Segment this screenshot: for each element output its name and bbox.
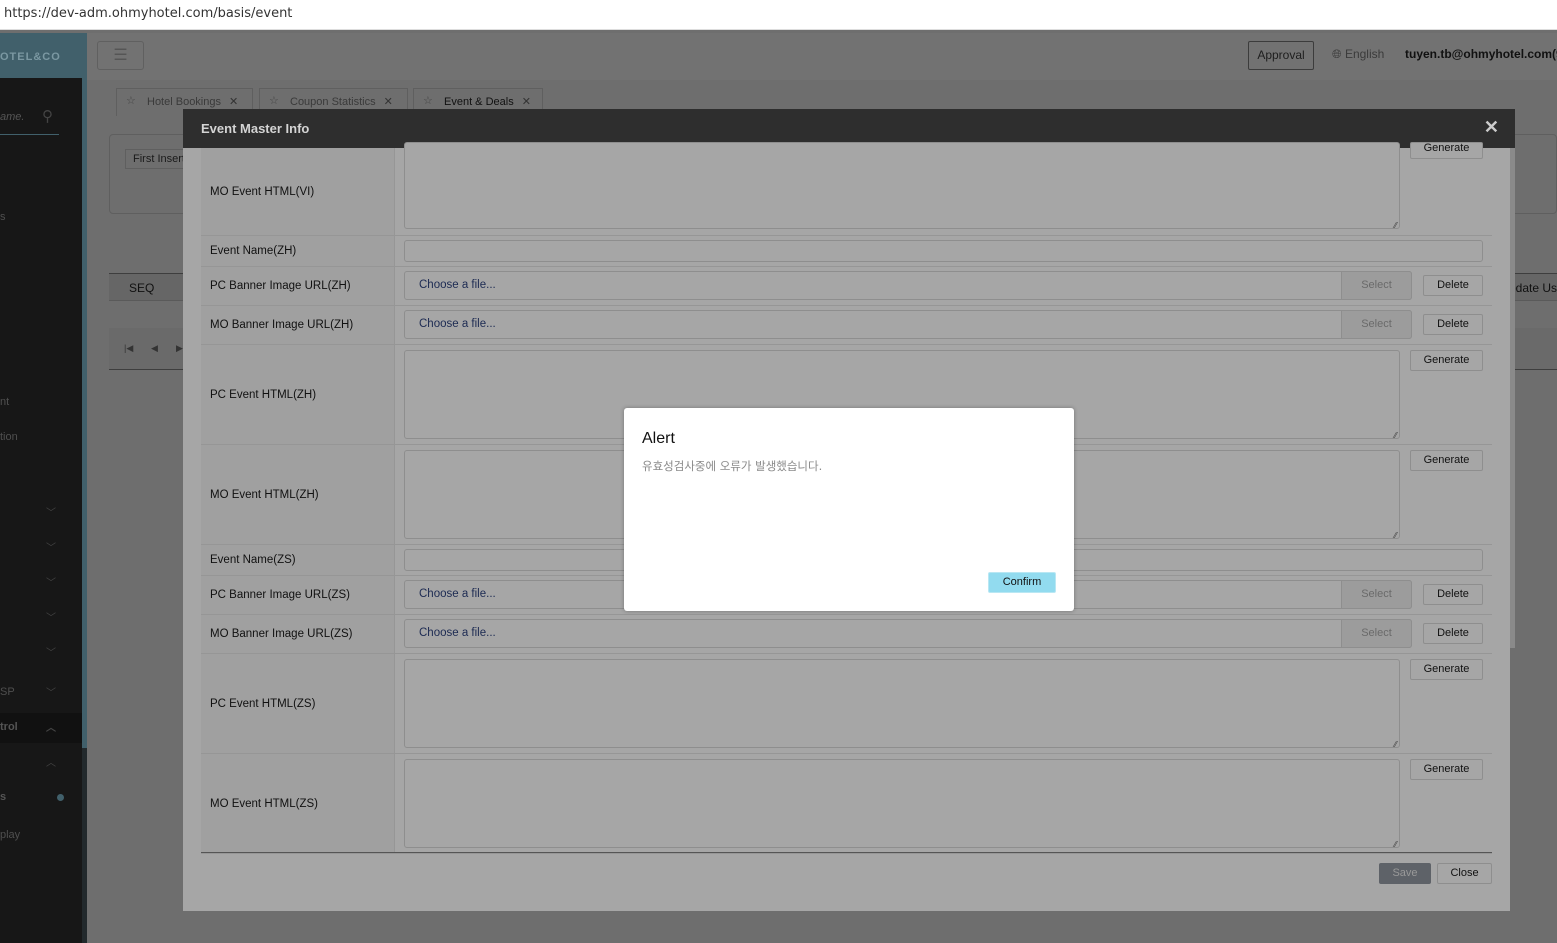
close-icon[interactable]: ✕ xyxy=(384,96,393,108)
sidebar-item-label: play xyxy=(0,829,21,841)
event-name-input[interactable] xyxy=(404,240,1483,262)
form-row: MO Event HTML(ZS) Generate xyxy=(201,754,1492,854)
active-dot-icon xyxy=(57,794,64,801)
modal-title: Event Master Info xyxy=(201,121,310,136)
form-row: MO Event HTML(VI) Generate xyxy=(201,142,1492,236)
form-row: Event Name(ZH) xyxy=(201,236,1492,267)
sidebar-search-input[interactable]: ame. ⚲ xyxy=(0,105,59,135)
close-icon[interactable]: ✕ xyxy=(522,96,531,108)
chevron-down-icon[interactable]: ﹀ xyxy=(46,504,56,519)
sidebar: OTEL&CO ame. ⚲ s nt tion ﹀ ﹀ ﹀ ﹀ ﹀ SP ﹀ trol ︿ ︿ s play xyxy=(0,33,87,943)
user-account[interactable]: tuyen.tb@ohmyhotel.com(9 xyxy=(1405,47,1557,61)
sidebar-item[interactable]: s xyxy=(0,203,82,233)
field-label: Event Name(ZH) xyxy=(201,236,395,266)
confirm-button[interactable]: Confirm xyxy=(988,572,1056,593)
generate-button[interactable]: Generate xyxy=(1410,142,1483,159)
star-icon[interactable]: ☆ xyxy=(423,94,433,107)
column-update-user: pdate Us xyxy=(1508,281,1557,295)
form-row: MO Banner Image URL(ZS) Choose a file... S… xyxy=(201,615,1492,654)
chevron-down-icon[interactable]: ﹀ xyxy=(46,574,56,589)
sidebar-item[interactable]: s xyxy=(0,783,82,813)
select-file-button[interactable]: Select xyxy=(1341,310,1412,339)
field-label: MO Banner Image URL(ZH) xyxy=(201,306,395,344)
select-file-button[interactable]: Select xyxy=(1341,580,1412,609)
sidebar-item[interactable]: ﹀ xyxy=(0,498,82,528)
file-input[interactable]: Choose a file... xyxy=(404,310,1412,339)
logo: OTEL&CO xyxy=(0,33,82,78)
sidebar-item-label: s xyxy=(0,211,6,223)
html-textarea[interactable] xyxy=(404,659,1400,749)
sidebar-item[interactable]: SP ﹀ xyxy=(0,678,82,708)
sidebar-item[interactable]: play xyxy=(0,821,82,851)
delete-button[interactable]: Delete xyxy=(1423,275,1483,296)
field-label: Event Name(ZS) xyxy=(201,545,395,575)
select-file-button[interactable]: Select xyxy=(1341,619,1412,648)
top-bar: ☰ Approval 🌐︎ English tuyen.tb@ohmyhotel… xyxy=(87,33,1557,80)
field-label: MO Event HTML(ZS) xyxy=(201,754,395,853)
close-icon[interactable]: ✕ xyxy=(229,96,238,108)
close-icon[interactable]: ✕ xyxy=(1484,117,1499,138)
delete-button[interactable]: Delete xyxy=(1423,623,1483,644)
field-label: MO Banner Image URL(ZS) xyxy=(201,615,395,653)
prev-page-icon[interactable]: ◀ xyxy=(151,343,158,354)
next-page-icon[interactable]: ▶ xyxy=(176,343,183,354)
scrollbar[interactable] xyxy=(1510,148,1515,648)
first-page-icon[interactable]: |◀ xyxy=(124,343,133,354)
close-button[interactable]: Close xyxy=(1437,863,1492,884)
field-label: PC Banner Image URL(ZH) xyxy=(201,267,395,305)
sidebar-item-label: SP xyxy=(0,686,15,698)
chevron-down-icon[interactable]: ﹀ xyxy=(46,539,56,554)
html-textarea[interactable] xyxy=(404,759,1400,849)
chevron-down-icon[interactable]: ﹀ xyxy=(46,684,56,699)
sidebar-item-label: trol xyxy=(0,721,18,733)
form-row: PC Event HTML(ZS) Generate xyxy=(201,654,1492,754)
star-icon[interactable]: ☆ xyxy=(269,94,279,107)
sidebar-item[interactable]: ﹀ xyxy=(0,568,82,598)
save-button[interactable]: Save xyxy=(1379,863,1431,884)
form-row: PC Banner Image URL(ZH) Choose a file... S… xyxy=(201,267,1492,306)
generate-button[interactable]: Generate xyxy=(1410,350,1483,371)
star-icon[interactable]: ☆ xyxy=(126,94,136,107)
sidebar-item-label: s xyxy=(0,791,7,803)
delete-button[interactable]: Delete xyxy=(1423,584,1483,605)
file-input[interactable]: Choose a file... xyxy=(404,271,1412,300)
alert-title: Alert xyxy=(642,430,675,447)
sidebar-item[interactable]: nt xyxy=(0,388,82,418)
chevron-up-icon[interactable]: ︿ xyxy=(46,719,56,734)
column-seq: SEQ xyxy=(129,281,155,295)
file-input[interactable]: Choose a file... xyxy=(404,619,1412,648)
html-textarea[interactable] xyxy=(404,142,1400,230)
sidebar-item[interactable]: ﹀ xyxy=(0,638,82,668)
sidebar-item[interactable]: tion xyxy=(0,423,82,453)
delete-button[interactable]: Delete xyxy=(1423,314,1483,335)
field-label: PC Banner Image URL(ZS) xyxy=(201,576,395,614)
menu-toggle-button[interactable]: ☰ xyxy=(97,41,144,70)
select-file-button[interactable]: Select xyxy=(1341,271,1412,300)
sidebar-item-label: tion xyxy=(0,431,18,443)
sidebar-item[interactable]: ﹀ xyxy=(0,533,82,563)
generate-button[interactable]: Generate xyxy=(1410,659,1483,680)
generate-button[interactable]: Generate xyxy=(1410,450,1483,471)
sidebar-item[interactable]: ︿ xyxy=(0,748,82,778)
alert-message: 유효성검사중에 오류가 발생했습니다. xyxy=(642,459,823,473)
field-label: PC Event HTML(ZH) xyxy=(201,345,395,444)
alert-dialog: Alert 유효성검사중에 오류가 발생했습니다. Confirm xyxy=(624,408,1074,611)
search-icon[interactable]: ⚲ xyxy=(42,107,53,125)
chevron-down-icon[interactable]: ﹀ xyxy=(46,609,56,624)
address-bar[interactable]: https://dev-adm.ohmyhotel.com/basis/even… xyxy=(0,0,1557,30)
field-label: PC Event HTML(ZS) xyxy=(201,654,395,753)
chevron-down-icon[interactable]: ﹀ xyxy=(46,644,56,659)
generate-button[interactable]: Generate xyxy=(1410,759,1483,780)
language-selector[interactable]: 🌐︎ English xyxy=(1332,47,1384,62)
sidebar-item-label: nt xyxy=(0,396,10,408)
globe-icon: 🌐︎ xyxy=(1332,47,1342,61)
approval-button[interactable]: Approval xyxy=(1248,41,1314,70)
field-label: MO Event HTML(ZH) xyxy=(201,445,395,544)
chevron-up-icon[interactable]: ︿ xyxy=(46,754,56,769)
form-row: MO Banner Image URL(ZH) Choose a file... S… xyxy=(201,306,1492,345)
field-label: MO Event HTML(VI) xyxy=(201,148,395,235)
sidebar-item[interactable]: ﹀ xyxy=(0,603,82,633)
sidebar-item[interactable]: trol ︿ xyxy=(0,713,82,743)
